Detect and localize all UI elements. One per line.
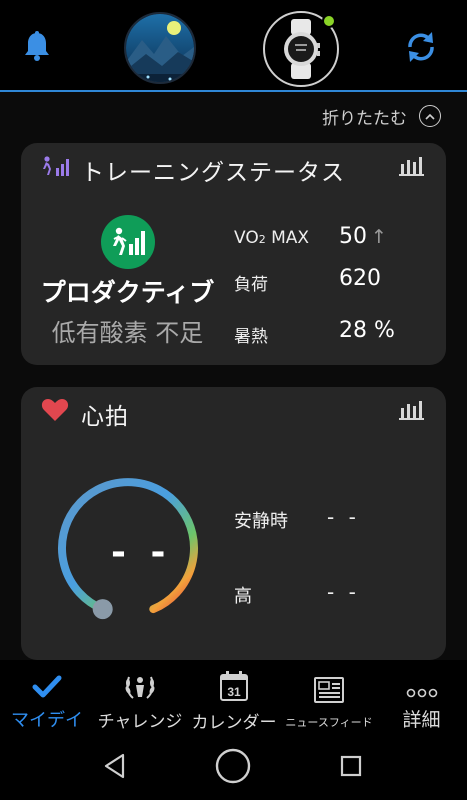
collapse-label: 折りたたむ	[322, 108, 407, 129]
runner-chart-icon	[113, 227, 145, 255]
bar-chart-icon[interactable]	[398, 399, 424, 421]
training-status-badge	[101, 215, 155, 269]
tab-challenges[interactable]: チャレンジ	[94, 660, 186, 732]
card-title: トレーニングステータス	[81, 160, 345, 186]
calendar-day: 31	[227, 685, 241, 699]
heat-acclimation-value: 28 %	[339, 318, 395, 343]
chevron-up-icon[interactable]	[419, 105, 441, 127]
home-icon[interactable]	[214, 747, 252, 785]
system-navigation-bar	[0, 732, 467, 800]
heart-rate-card[interactable]: 心拍 - - 安静時 - - 高 - -	[21, 387, 446, 660]
resting-hr-label: 安静時	[234, 511, 288, 532]
tab-calendar[interactable]: 31 カレンダー	[186, 660, 282, 733]
back-icon[interactable]	[101, 752, 129, 780]
load-value: 620	[339, 266, 381, 291]
high-hr-value: - -	[327, 580, 360, 604]
newsfeed-icon	[314, 677, 344, 703]
device-connected-indicator	[322, 14, 336, 28]
heart-icon	[41, 399, 69, 421]
vo2max-value: 50 ↑	[339, 224, 387, 249]
high-hr-label: 高	[234, 586, 252, 607]
tab-newsfeed[interactable]: ニュースフィード	[282, 660, 376, 732]
header-divider	[0, 90, 467, 92]
app-header	[0, 0, 467, 92]
tab-label: マイデイ	[11, 710, 83, 731]
tab-label: チャレンジ	[97, 712, 183, 732]
resting-hr-value: - -	[327, 505, 360, 529]
more-icon	[406, 688, 437, 698]
calendar-icon: 31	[220, 671, 248, 701]
load-label: 負荷	[234, 275, 268, 295]
training-status-feedback: 低有酸素 不足	[51, 319, 204, 347]
laurel-icon	[125, 676, 155, 699]
bell-icon[interactable]	[22, 30, 52, 62]
tab-more[interactable]: 詳細	[376, 660, 467, 732]
tab-label: カレンダー	[191, 713, 277, 733]
tab-label: ニュースフィード	[285, 716, 373, 729]
sync-icon[interactable]	[402, 28, 440, 66]
trend-up-icon: ↑	[371, 226, 387, 248]
tab-my-day[interactable]: マイデイ	[0, 660, 94, 732]
training-status-value: プロダクティブ	[40, 278, 215, 307]
checkmark-icon	[32, 675, 62, 698]
avatar[interactable]	[124, 12, 196, 84]
bar-chart-icon[interactable]	[398, 155, 424, 177]
heat-acclimation-label: 暑熱	[234, 327, 268, 347]
heart-rate-current: - -	[111, 532, 172, 573]
tab-label: 詳細	[402, 709, 441, 731]
runner-chart-icon	[43, 156, 69, 176]
recents-icon[interactable]	[339, 754, 363, 778]
card-title: 心拍	[81, 404, 129, 430]
collapse-toggle[interactable]: 折りたたむ	[322, 104, 441, 129]
training-status-card[interactable]: トレーニングステータス プロダクティブ 低有酸素 不足 VO2 MAX 50 ↑ …	[21, 143, 446, 365]
bottom-navigation: マイデイ チャレンジ 31 カレンダー ニュースフィード 詳細	[0, 660, 467, 733]
vo2max-label: VO2 MAX	[234, 228, 310, 248]
